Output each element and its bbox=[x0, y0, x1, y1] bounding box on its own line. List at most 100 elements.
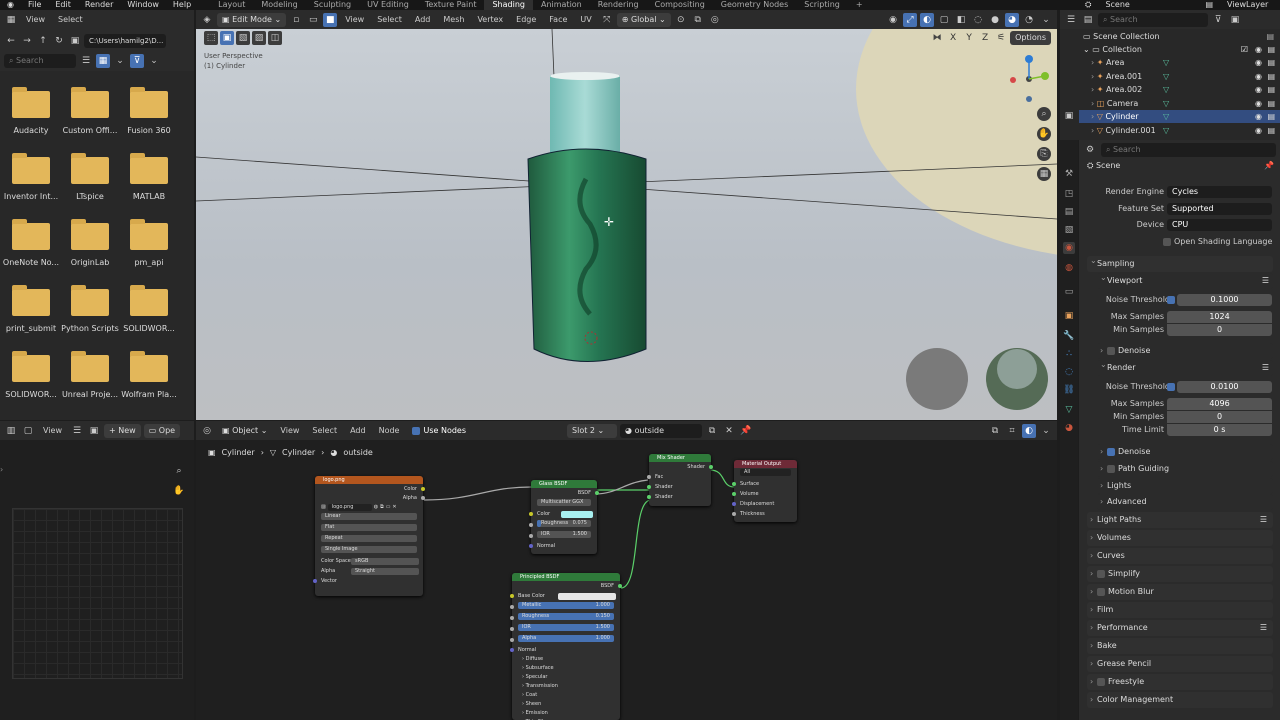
time-limit-field[interactable]: 0 s bbox=[1167, 424, 1272, 436]
list-icon[interactable]: ☰ bbox=[1262, 360, 1269, 376]
principled-panel[interactable]: › Coat bbox=[512, 691, 620, 700]
folder-item[interactable]: SOLIDWOR... bbox=[119, 285, 179, 333]
socket-roughness[interactable] bbox=[529, 523, 533, 527]
view-layer-tab-icon[interactable]: ▧ bbox=[1063, 224, 1075, 236]
principled-bsdf-node[interactable]: Principled BSDF BSDF Base Color Metallic… bbox=[510, 573, 622, 720]
camera-icon[interactable]: ▤ bbox=[1267, 43, 1275, 56]
solid-shading-icon[interactable]: ● bbox=[988, 13, 1002, 27]
duplicate-icon[interactable]: ⧉ bbox=[380, 502, 384, 512]
subsection-render[interactable]: Render ☰ bbox=[1097, 357, 1273, 376]
image-texture-node[interactable]: logo.png Color Alpha ▨ logo.png ◍ ⧉ ▭ ✕ Linea… bbox=[313, 476, 425, 596]
section-freestyle[interactable]: Freestyle bbox=[1087, 674, 1273, 690]
section-simplify[interactable]: Simplify bbox=[1087, 566, 1273, 582]
principled-field[interactable]: IOR 1.500 bbox=[518, 624, 614, 631]
section-color-management[interactable]: Color Management bbox=[1087, 692, 1273, 708]
axis-z-toggle[interactable]: Z bbox=[978, 31, 992, 45]
data-icon[interactable]: ▽ bbox=[1163, 124, 1169, 137]
scene-tab-icon[interactable]: ◉ bbox=[1063, 242, 1075, 254]
face-select-icon[interactable]: ■ bbox=[323, 12, 338, 27]
tab-scripting[interactable]: Scripting bbox=[796, 0, 848, 10]
principled-panel[interactable]: › Specular bbox=[512, 673, 620, 682]
menu-edit[interactable]: Edit bbox=[48, 0, 78, 10]
fake-user-icon[interactable]: ◍ bbox=[374, 502, 378, 512]
section-sampling[interactable]: Sampling bbox=[1087, 253, 1273, 272]
camera-icon[interactable]: ▤ bbox=[1267, 70, 1275, 83]
vp-menu-add[interactable]: Add bbox=[410, 15, 436, 24]
new-image-button[interactable]: + New bbox=[103, 423, 141, 438]
vp-menu-mesh[interactable]: Mesh bbox=[438, 15, 469, 24]
roughness-value[interactable]: 0.075 bbox=[573, 520, 587, 527]
proportional-edit-icon[interactable]: ◎ bbox=[708, 13, 722, 27]
eye-icon[interactable]: ◉ bbox=[1255, 56, 1262, 69]
socket-normal[interactable] bbox=[510, 648, 514, 652]
camera-icon[interactable]: ▤ bbox=[1267, 110, 1275, 123]
section-grease-pencil[interactable]: Grease Pencil bbox=[1087, 656, 1273, 672]
tab-modeling[interactable]: Modeling bbox=[253, 0, 305, 10]
input-socket[interactable] bbox=[510, 605, 514, 609]
vp-max-samples-field[interactable]: 1024 bbox=[1167, 311, 1272, 323]
camera-icon[interactable]: ▤ bbox=[1266, 30, 1274, 43]
data-icon[interactable]: ▽ bbox=[1163, 110, 1169, 123]
data-icon[interactable]: ▽ bbox=[1163, 97, 1169, 110]
outliner-item[interactable]: › ✦ Area.002 ▽ ◉ ▤ bbox=[1079, 83, 1280, 96]
camera-icon[interactable]: ▤ bbox=[1267, 56, 1275, 69]
add-workspace-icon[interactable]: + bbox=[848, 0, 871, 10]
camera-icon[interactable]: ▤ bbox=[1267, 97, 1275, 110]
chevron-down-icon[interactable]: ⌄ bbox=[113, 54, 127, 68]
image-editor-canvas[interactable]: ⌕ ✋ › bbox=[0, 440, 194, 720]
zoom-icon[interactable]: ⌕ bbox=[172, 464, 186, 478]
vp-min-samples-field[interactable]: 0 bbox=[1167, 324, 1272, 336]
fb-menu-select[interactable]: Select bbox=[53, 15, 88, 24]
snap-icon[interactable]: ⧉ bbox=[691, 13, 705, 27]
open-image-button[interactable]: ▭ Ope bbox=[143, 423, 181, 438]
vp-noise-checkbox[interactable] bbox=[1167, 296, 1175, 304]
orientation-dropdown[interactable]: ⊕ Global ⌄ bbox=[616, 12, 671, 27]
socket-shader-a[interactable] bbox=[647, 485, 651, 489]
select-invert-icon[interactable]: ◫ bbox=[268, 31, 282, 45]
material-tab-icon[interactable]: ◕ bbox=[1063, 422, 1075, 434]
folder-item[interactable]: pm_api bbox=[119, 219, 179, 267]
input-socket[interactable] bbox=[510, 638, 514, 642]
folder-item[interactable]: print_submit bbox=[1, 285, 61, 333]
select-subtract-icon[interactable]: ▨ bbox=[252, 31, 266, 45]
r-min-samples-field[interactable]: 0 bbox=[1167, 411, 1272, 423]
editor-type-icon[interactable]: ☰ bbox=[1064, 13, 1078, 27]
back-icon[interactable]: ← bbox=[4, 34, 18, 48]
world-tab-icon[interactable]: ◍ bbox=[1063, 262, 1075, 274]
vertex-select-icon[interactable]: ▫ bbox=[289, 13, 303, 27]
socket-vector[interactable] bbox=[313, 579, 317, 583]
interpolation-dropdown[interactable]: Linear bbox=[321, 513, 417, 520]
shading-options-icon[interactable]: ⌄ bbox=[1039, 13, 1053, 27]
properties-search-input[interactable]: ⌕ Search bbox=[1101, 143, 1276, 157]
input-socket[interactable] bbox=[510, 627, 514, 631]
tool-tab-icon[interactable]: ⚒ bbox=[1063, 168, 1075, 180]
menu-icon[interactable]: ☰ bbox=[70, 424, 84, 438]
data-icon[interactable]: ▽ bbox=[1163, 56, 1169, 69]
folder-item[interactable]: Wolfram Pla... bbox=[119, 351, 179, 399]
principled-field[interactable]: Metallic 1.000 bbox=[518, 602, 614, 609]
list-icon[interactable]: ☰ bbox=[1260, 512, 1267, 528]
view-mode-icon[interactable]: ▢ bbox=[21, 424, 35, 438]
eye-icon[interactable]: ◉ bbox=[1255, 97, 1262, 110]
vp-menu-face[interactable]: Face bbox=[544, 15, 572, 24]
socket-fac[interactable] bbox=[647, 475, 651, 479]
editor-type-icon[interactable]: ⚙ bbox=[1083, 143, 1097, 157]
editor-type-icon[interactable]: ◈ bbox=[200, 13, 214, 27]
navigation-gizmo[interactable] bbox=[1009, 51, 1049, 106]
alpha-mode-dropdown[interactable]: Straight bbox=[351, 568, 419, 575]
socket-alpha[interactable] bbox=[421, 496, 425, 500]
tab-compositing[interactable]: Compositing bbox=[647, 0, 713, 10]
visibility-icon[interactable]: ◉ bbox=[886, 13, 900, 27]
overlay-icon[interactable]: ◐ bbox=[1022, 423, 1036, 438]
principled-panel[interactable]: › Diffuse bbox=[512, 655, 620, 664]
gizmo-icon[interactable]: ⤢ bbox=[903, 12, 917, 27]
section-bake[interactable]: Bake bbox=[1087, 638, 1273, 654]
filter-icon[interactable]: ⊽ bbox=[1211, 13, 1225, 27]
object-tab-icon[interactable]: ▣ bbox=[1063, 310, 1075, 322]
socket-volume[interactable] bbox=[732, 492, 736, 496]
parent-dir-icon[interactable]: ↑ bbox=[36, 34, 50, 48]
view-layer-icon[interactable]: ▤ bbox=[1198, 0, 1220, 10]
eye-icon[interactable]: ◉ bbox=[1255, 70, 1262, 83]
mix-shader-node[interactable]: Mix Shader Shader Fac Shader Shader bbox=[647, 454, 713, 506]
socket-normal[interactable] bbox=[529, 544, 533, 548]
